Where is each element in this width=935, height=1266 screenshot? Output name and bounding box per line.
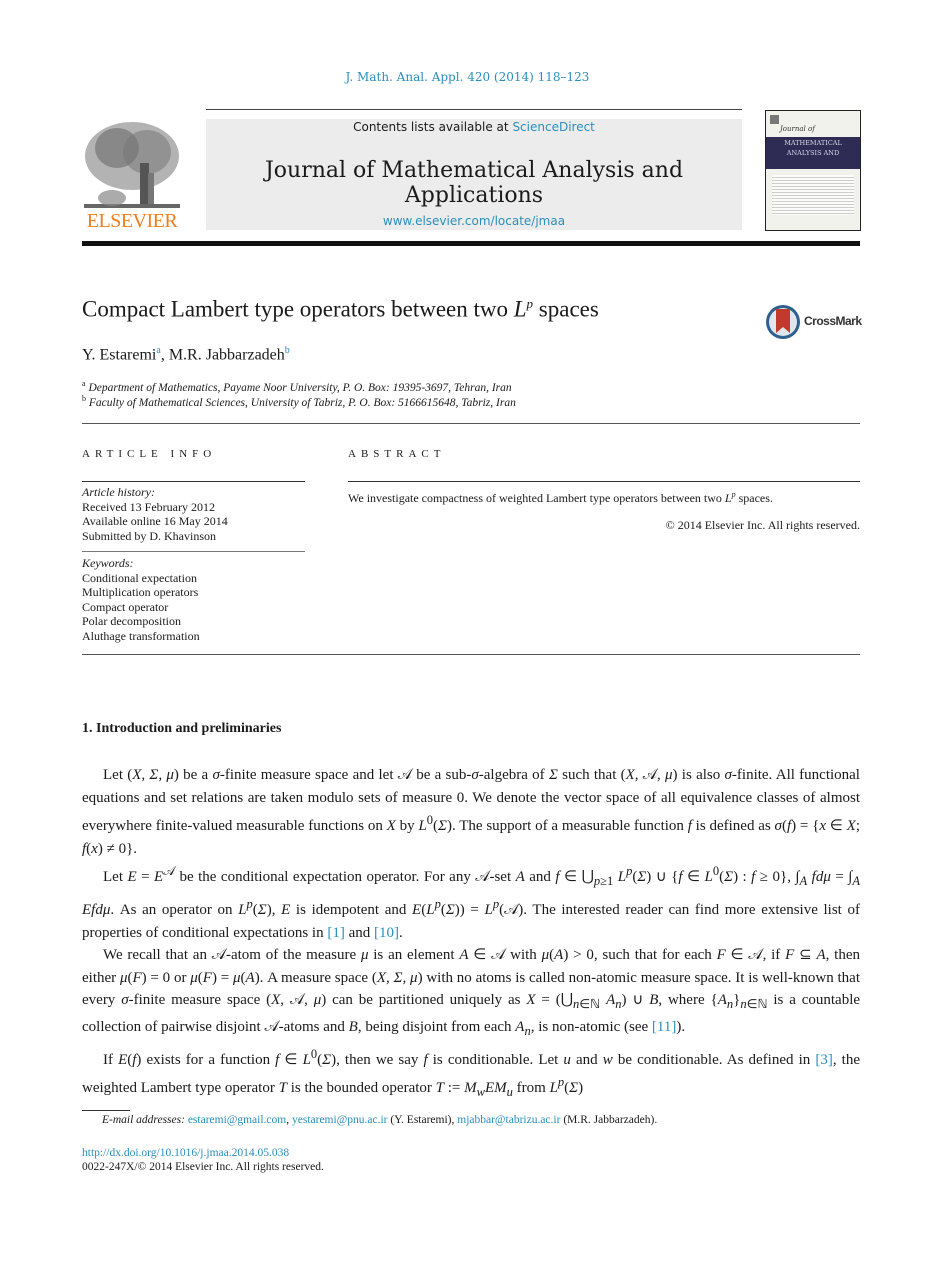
journal-url-link[interactable]: www.elsevier.com/locate/jmaa <box>206 214 742 228</box>
paragraph: Let E = E𝒜 be the conditional expectatio… <box>82 864 861 941</box>
email-footnote: E-mail addresses: estaremi@gmail.com, ye… <box>102 1114 658 1126</box>
journal-citation[interactable]: J. Math. Anal. Appl. 420 (2014) 118–123 <box>0 70 935 84</box>
keyword: Compact operator <box>82 599 169 614</box>
abstract-text: We investigate compactness of weighted L… <box>348 490 773 505</box>
divider <box>82 551 305 552</box>
cover-journal-of: Journal of <box>780 125 815 133</box>
author-list: Y. Estaremia, M.R. Jabbarzadehb <box>82 345 290 364</box>
divider <box>82 481 305 482</box>
section-heading: 1. Introduction and preliminaries <box>82 721 282 736</box>
author-affiliation-link[interactable]: a <box>156 345 160 356</box>
keyword: Conditional expectation <box>82 570 197 585</box>
keywords-label: Keywords: <box>82 556 134 570</box>
affiliation-text: Faculty of Mathematical Sciences, Univer… <box>88 396 516 409</box>
contents-prefix: Contents lists available at <box>353 120 513 134</box>
cover-contents-lines <box>772 175 854 215</box>
crossmark-label: CrossMark <box>804 314 862 328</box>
keyword: Aluthage transformation <box>82 628 200 643</box>
keywords: Keywords: Conditional expectation Multip… <box>82 556 200 643</box>
citation-link[interactable]: [3] <box>815 1052 833 1068</box>
cover-line-1: MATHEMATICAL <box>784 139 842 147</box>
divider <box>82 654 860 655</box>
history-item: Submitted by D. Khavinson <box>82 528 216 543</box>
article-info-heading: ARTICLE INFO <box>82 448 217 460</box>
abstract-body-end: spaces. <box>735 491 773 505</box>
crossmark-icon <box>766 305 800 339</box>
history-item: Available online 16 May 2014 <box>82 514 228 528</box>
cover-title-band: MATHEMATICAL ANALYSIS AND <box>766 137 860 169</box>
keyword: Polar decomposition <box>82 614 181 628</box>
cover-line-2: ANALYSIS AND <box>786 149 840 157</box>
issn-copyright: 0022-247X/© 2014 Elsevier Inc. All right… <box>82 1161 324 1173</box>
paragraph: Let (X, Σ, μ) be a σ-finite measure spac… <box>82 767 861 857</box>
footnote-rule <box>82 1110 130 1111</box>
body-paragraphs: Let (X, Σ, μ) be a σ-finite measure spac… <box>82 764 860 1104</box>
header-bottom-rule <box>82 241 860 246</box>
cover-publisher-mark <box>770 115 779 124</box>
title-suffix: spaces <box>533 296 599 322</box>
abstract-heading: ABSTRACT <box>348 448 446 460</box>
author-name: M.R. Jabbarzadeh <box>168 346 285 364</box>
article-history: Article history: Received 13 February 20… <box>82 485 228 543</box>
citation-link[interactable]: [11] <box>652 1019 676 1035</box>
history-item: Received 13 February 2012 <box>82 499 215 514</box>
keyword: Multiplication operators <box>82 585 199 599</box>
paragraph: If E(f) exists for a function f ∈ L0(Σ),… <box>82 1046 860 1100</box>
crossmark-badge[interactable]: CrossMark <box>764 303 864 341</box>
email-link[interactable]: yestaremi@pnu.ac.ir <box>292 1114 388 1126</box>
email-link[interactable]: mjabbar@tabrizu.ac.ir <box>457 1114 560 1126</box>
contents-line: Contents lists available at ScienceDirec… <box>206 120 742 134</box>
author-name: Y. Estaremi <box>82 346 157 364</box>
sciencedirect-link[interactable]: ScienceDirect <box>512 120 594 134</box>
paragraph: We recall that an 𝒜-atom of the measure … <box>82 947 861 1038</box>
citation-link[interactable]: [10] <box>374 925 399 941</box>
journal-cover-thumbnail[interactable]: Journal of MATHEMATICAL ANALYSIS AND <box>765 110 861 231</box>
divider <box>82 423 860 424</box>
email-link[interactable]: estaremi@gmail.com <box>188 1114 286 1126</box>
citation-link[interactable]: [1] <box>327 925 345 941</box>
article-title: Compact Lambert type operators between t… <box>82 296 599 323</box>
journal-title: Journal of Mathematical Analysis and App… <box>264 158 684 208</box>
footnote-name: (Y. Estaremi), <box>387 1114 458 1126</box>
title-text: Compact Lambert type operators between t… <box>82 296 514 322</box>
affiliation-mark: b <box>82 394 86 403</box>
divider <box>348 481 860 482</box>
title-math: L <box>513 296 527 322</box>
footnote-name: (M.R. Jabbarzadeh). <box>560 1114 658 1126</box>
doi-link[interactable]: http://dx.doi.org/10.1016/j.jmaa.2014.05… <box>82 1147 289 1159</box>
affiliation-b: b Faculty of Mathematical Sciences, Univ… <box>82 394 516 409</box>
abstract-copyright: © 2014 Elsevier Inc. All rights reserved… <box>665 518 860 532</box>
affiliation-text: Department of Mathematics, Payame Noor U… <box>88 381 512 394</box>
author-affiliation-link[interactable]: b <box>285 345 290 356</box>
footnote-label: E-mail addresses: <box>102 1114 185 1126</box>
elsevier-wordmark: ELSEVIER <box>86 210 178 232</box>
affiliation-a: a Department of Mathematics, Payame Noor… <box>82 379 512 394</box>
history-label: Article history: <box>82 485 155 499</box>
header-top-rule <box>206 109 742 110</box>
abstract-body: We investigate compactness of weighted L… <box>348 491 725 505</box>
affiliation-mark: a <box>82 379 86 388</box>
